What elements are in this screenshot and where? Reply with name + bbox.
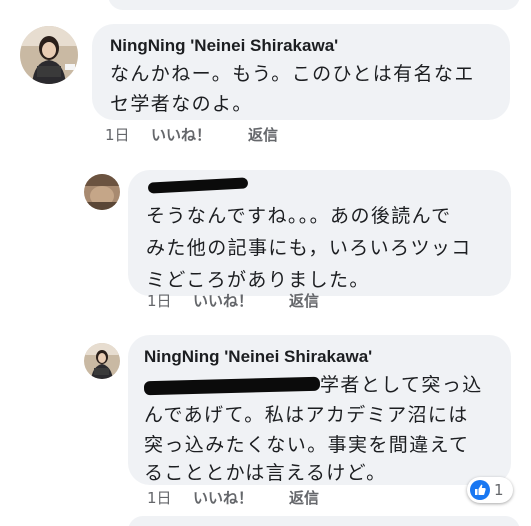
comment-text-line: 学者として突っ込 (320, 374, 483, 396)
reply-button[interactable]: 返信 (248, 124, 278, 145)
like-button[interactable]: いいね！ (193, 290, 253, 311)
comment-bubble: そうなんですね。。。あの後読んで みた他の記事にも，いろいろツッコ ミどころがあ… (128, 170, 511, 296)
comment-text-line: セ学者なのよ。 (110, 93, 253, 115)
comment-1: NingNing 'Neinei Shirakawa' なんかねー。もう。このひ… (0, 0, 531, 160)
comment-bubble: NingNing 'Neinei Shirakawa' なんかねー。もう。このひ… (92, 24, 510, 120)
comment-timestamp[interactable]: 1日 (105, 124, 130, 145)
like-button[interactable]: いいね！ (151, 124, 211, 145)
comment-author[interactable]: NingNing 'Neinei Shirakawa' (110, 36, 338, 56)
avatar[interactable] (84, 343, 120, 379)
next-comment-bubble-edge (128, 516, 520, 526)
comment-timestamp[interactable]: 1日 (147, 290, 172, 311)
reaction-count-badge[interactable]: 1 (467, 477, 513, 503)
avatar[interactable] (84, 174, 120, 210)
comment-timestamp[interactable]: 1日 (147, 487, 172, 508)
comment-text-line: なんかねー。もう。このひとは有名なエ (110, 63, 475, 85)
comment-actions: 1日 いいね！ 返信 (147, 290, 447, 312)
reaction-count: 1 (494, 481, 504, 499)
reply-button[interactable]: 返信 (289, 487, 319, 508)
comment-3: NingNing 'Neinei Shirakawa' 学者として突っ込 んであ… (0, 325, 531, 526)
comment-thread: NingNing 'Neinei Shirakawa' なんかねー。もう。このひ… (0, 0, 531, 526)
reply-button[interactable]: 返信 (289, 290, 319, 311)
comment-text-line: ることとかは言えるけど。 (144, 462, 387, 484)
comment-text-line: みた他の記事にも，いろいろツッコ (146, 237, 472, 259)
comment-text-line: んであげて。私はアカデミア沼には (144, 404, 469, 426)
comment-actions: 1日 いいね！ 返信 (105, 124, 405, 146)
thumbs-up-icon (470, 480, 490, 500)
redacted-author-name (147, 177, 249, 194)
comment-actions: 1日 いいね！ 返信 (147, 487, 447, 509)
comment-bubble: NingNing 'Neinei Shirakawa' 学者として突っ込 んであ… (128, 335, 511, 485)
comment-2: そうなんですね。。。あの後読んで みた他の記事にも，いろいろツッコ ミどころがあ… (0, 160, 531, 320)
comment-author[interactable]: NingNing 'Neinei Shirakawa' (144, 347, 372, 367)
like-button[interactable]: いいね！ (193, 487, 253, 508)
redacted-text (143, 376, 321, 396)
avatar[interactable] (20, 26, 78, 84)
comment-text-line: そうなんですね。。。あの後読んで (146, 205, 452, 227)
